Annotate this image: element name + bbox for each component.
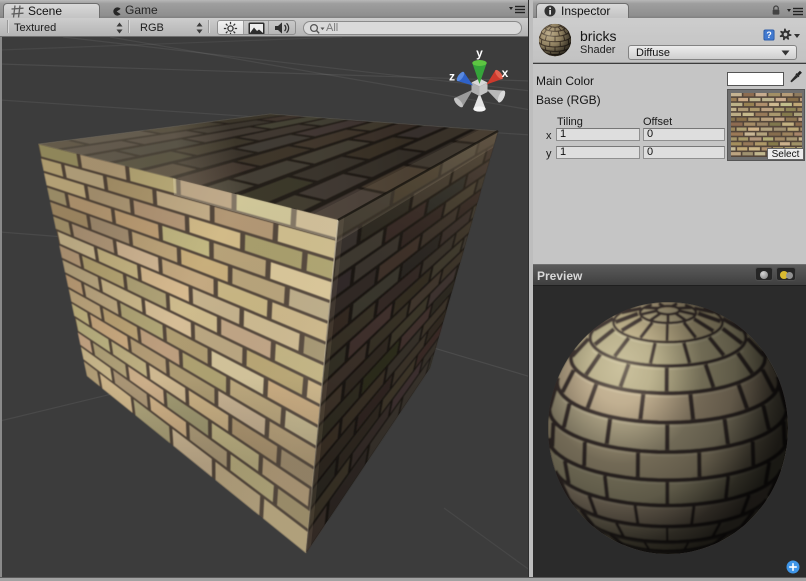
svg-text:z: z xyxy=(449,70,455,84)
svg-text:x: x xyxy=(502,66,509,80)
svg-text:y: y xyxy=(476,46,483,60)
svg-text:?: ? xyxy=(766,30,771,40)
